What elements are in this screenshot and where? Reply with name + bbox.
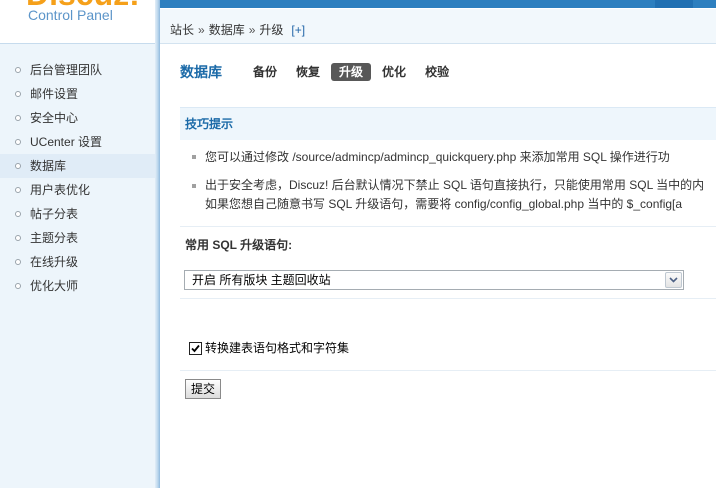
sub-tabs: 备份 恢复 升级 优化 校验 (245, 63, 457, 81)
circle-bullet-icon (15, 91, 21, 97)
tip-text: 您可以通过修改 /source/admincp/admincp_quickque… (205, 150, 670, 164)
sidebar-item-label: 优化大师 (30, 279, 79, 293)
circle-bullet-icon (15, 139, 21, 145)
circle-bullet-icon (15, 163, 21, 169)
logo[interactable]: Discuz! Control Panel (0, 0, 155, 44)
circle-bullet-icon (15, 283, 21, 289)
top-nav-bar (160, 0, 716, 8)
breadcrumb-separator: » (198, 23, 205, 37)
sidebar-item-optimizer[interactable]: 优化大师 (0, 274, 155, 298)
breadcrumb-item-upgrade: 升级 (259, 23, 284, 37)
sidebar-item-label: 后台管理团队 (30, 63, 103, 77)
convert-charset-checkbox[interactable] (189, 342, 202, 355)
tip-item: 出于安全考虑，Discuz! 后台默认情况下禁止 SQL 语句直接执行，只能使用… (180, 170, 716, 226)
sidebar-item-post-split[interactable]: 帖子分表 (0, 202, 155, 226)
tips-panel: 技巧提示 您可以通过修改 /source/admincp/admincp_qui… (180, 107, 716, 227)
circle-bullet-icon (15, 259, 21, 265)
select-arrow-button[interactable] (665, 272, 682, 288)
sidebar-item-security[interactable]: 安全中心 (0, 106, 155, 130)
breadcrumb-separator: » (248, 23, 256, 37)
tip-text: 如果您想自己随意书写 SQL 升级语句，需要将 config/config_gl… (205, 197, 683, 211)
sidebar-item-label: UCenter 设置 (30, 135, 103, 149)
tab-restore[interactable]: 恢复 (288, 63, 328, 81)
breadcrumb-add-link[interactable]: [+] (291, 23, 305, 37)
top-nav-tab-active[interactable] (655, 0, 693, 8)
sql-select[interactable]: 开启 所有版块 主题回收站 (184, 270, 684, 290)
sidebar: Discuz! Control Panel 后台管理团队 邮件设置 安全中心 U… (0, 0, 155, 488)
circle-bullet-icon (15, 187, 21, 193)
dot-bullet-icon (192, 155, 196, 159)
row-divider (180, 298, 716, 299)
sidebar-item-label: 邮件设置 (30, 87, 79, 101)
sidebar-item-user-table-optimize[interactable]: 用户表优化 (0, 178, 155, 202)
tip-text: 出于安全考虑，Discuz! 后台默认情况下禁止 SQL 语句直接执行，只能使用… (205, 178, 705, 192)
logo-subtitle: Control Panel (28, 7, 113, 23)
sidebar-item-ucenter[interactable]: UCenter 设置 (0, 130, 155, 154)
chevron-down-icon (669, 277, 678, 283)
sidebar-menu: 后台管理团队 邮件设置 安全中心 UCenter 设置 数据库 用户表优化 帖子… (0, 58, 155, 298)
main-content: 站长» 数据库» 升级 [+] 数据库 备份 恢复 升级 优化 校验 技巧提示 您可以… (160, 0, 716, 488)
circle-bullet-icon (15, 67, 21, 73)
tab-upgrade[interactable]: 升级 (331, 63, 372, 81)
row-divider (180, 370, 716, 371)
sidebar-item-online-upgrade[interactable]: 在线升级 (0, 250, 155, 274)
tip-item: 您可以通过修改 /source/admincp/admincp_quickque… (180, 140, 716, 170)
sidebar-item-database[interactable]: 数据库 (0, 154, 155, 178)
tips-title: 技巧提示 (180, 107, 716, 140)
sidebar-item-label: 数据库 (30, 159, 67, 173)
sidebar-item-label: 用户表优化 (30, 183, 91, 197)
sidebar-item-mail-settings[interactable]: 邮件设置 (0, 82, 155, 106)
sidebar-item-thread-split[interactable]: 主题分表 (0, 226, 155, 250)
sql-select-label: 常用 SQL 升级语句: (185, 238, 293, 252)
dot-bullet-icon (192, 184, 196, 188)
breadcrumb-item-database: 数据库 (208, 23, 245, 37)
tab-optimize[interactable]: 优化 (374, 63, 414, 81)
sidebar-item-label: 在线升级 (30, 255, 79, 269)
tab-check[interactable]: 校验 (417, 63, 457, 81)
circle-bullet-icon (15, 211, 21, 217)
breadcrumb-item-admin: 站长 (170, 23, 195, 37)
circle-bullet-icon (15, 235, 21, 241)
circle-bullet-icon (15, 115, 21, 121)
sidebar-item-label: 安全中心 (30, 111, 79, 125)
sidebar-item-label: 主题分表 (30, 231, 79, 245)
sidebar-item-admin-team[interactable]: 后台管理团队 (0, 58, 155, 82)
page-title: 数据库 (180, 64, 222, 80)
tab-backup[interactable]: 备份 (245, 63, 285, 81)
breadcrumb: 站长» 数据库» 升级 [+] (160, 9, 716, 44)
submit-button[interactable]: 提交 (185, 379, 221, 399)
convert-charset-label[interactable]: 转换建表语句格式和字符集 (205, 339, 349, 357)
check-icon (191, 344, 200, 353)
sidebar-item-label: 帖子分表 (30, 207, 79, 221)
sql-select-value: 开启 所有版块 主题回收站 (192, 273, 331, 287)
